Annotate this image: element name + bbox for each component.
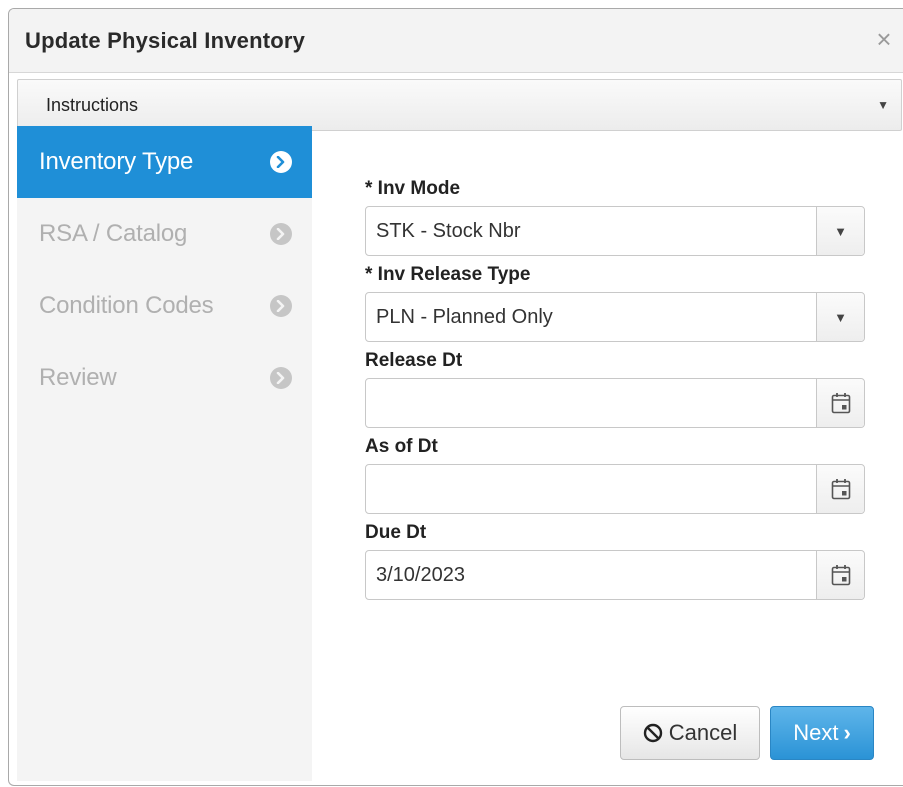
ban-icon <box>643 723 662 743</box>
release-dt-label: Release Dt <box>365 350 463 371</box>
inv-release-type-dropdown-button[interactable]: ▼ <box>816 293 864 341</box>
as-of-dt-label: As of Dt <box>365 436 438 457</box>
as-of-dt-field: As of Dt <box>365 436 885 514</box>
due-dt-field: Due Dt <box>365 522 885 600</box>
cancel-button-label: Cancel <box>668 720 738 745</box>
next-button[interactable]: Next › <box>770 706 874 760</box>
wizard-footer-buttons: Cancel Next › <box>620 706 874 760</box>
cancel-button[interactable]: Cancel <box>620 706 760 760</box>
inv-release-type-field: * Inv Release Type PLN - Planned Only ▼ <box>365 264 885 342</box>
caret-down-icon: ▼ <box>834 223 847 239</box>
release-dt-field: Release Dt <box>365 350 885 428</box>
wizard-step-inventory-type[interactable]: Inventory Type <box>17 126 312 198</box>
wizard-step-condition-codes[interactable]: Condition Codes <box>17 270 312 342</box>
as-of-dt-input-wrap <box>365 464 865 514</box>
inv-mode-label: * Inv Mode <box>365 178 461 199</box>
inv-release-type-select[interactable]: PLN - Planned Only ▼ <box>365 292 865 342</box>
wizard-step-label: Inventory Type <box>39 148 194 175</box>
chevron-right-icon <box>270 151 292 173</box>
wizard-step-label: Review <box>39 364 117 391</box>
calendar-icon[interactable] <box>816 551 864 599</box>
due-dt-input[interactable] <box>366 551 816 599</box>
chevron-right-icon <box>270 295 292 317</box>
due-dt-label: Due Dt <box>365 522 427 543</box>
chevron-right-icon <box>270 223 292 245</box>
wizard-step-nav: Inventory Type RSA / Catalog Condition C… <box>17 126 312 781</box>
inv-release-type-value: PLN - Planned Only <box>376 305 553 328</box>
inv-mode-dropdown-button[interactable]: ▼ <box>816 207 864 255</box>
inv-mode-select[interactable]: STK - Stock Nbr ▼ <box>365 206 865 256</box>
update-physical-inventory-dialog: Update Physical Inventory × Instructions… <box>8 8 903 786</box>
wizard-step-review[interactable]: Review <box>17 342 312 414</box>
wizard-step-label: RSA / Catalog <box>39 220 188 247</box>
calendar-icon[interactable] <box>816 379 864 427</box>
as-of-dt-input[interactable] <box>366 465 816 513</box>
release-dt-input[interactable] <box>366 379 816 427</box>
wizard-step-rsa-catalog[interactable]: RSA / Catalog <box>17 198 312 270</box>
wizard-step-label: Condition Codes <box>39 292 214 319</box>
inv-mode-value: STK - Stock Nbr <box>376 219 521 242</box>
dialog-header: Update Physical Inventory × <box>9 9 903 73</box>
instructions-accordion[interactable]: Instructions ▼ <box>17 79 902 131</box>
release-dt-input-wrap <box>365 378 865 428</box>
due-dt-input-wrap <box>365 550 865 600</box>
inventory-type-form: * Inv Mode STK - Stock Nbr ▼ * Inv Relea… <box>365 178 885 608</box>
dialog-body: Inventory Type RSA / Catalog Condition C… <box>9 126 903 785</box>
inv-release-type-label: * Inv Release Type <box>365 264 531 285</box>
chevron-right-icon: › <box>843 720 851 745</box>
caret-down-icon: ▼ <box>877 98 889 112</box>
inv-mode-field: * Inv Mode STK - Stock Nbr ▼ <box>365 178 885 256</box>
chevron-right-icon <box>270 367 292 389</box>
calendar-icon[interactable] <box>816 465 864 513</box>
next-button-label: Next <box>793 720 839 745</box>
close-icon[interactable]: × <box>872 26 896 52</box>
instructions-label: Instructions <box>46 94 139 115</box>
caret-down-icon: ▼ <box>834 309 847 325</box>
dialog-title: Update Physical Inventory <box>25 27 306 53</box>
